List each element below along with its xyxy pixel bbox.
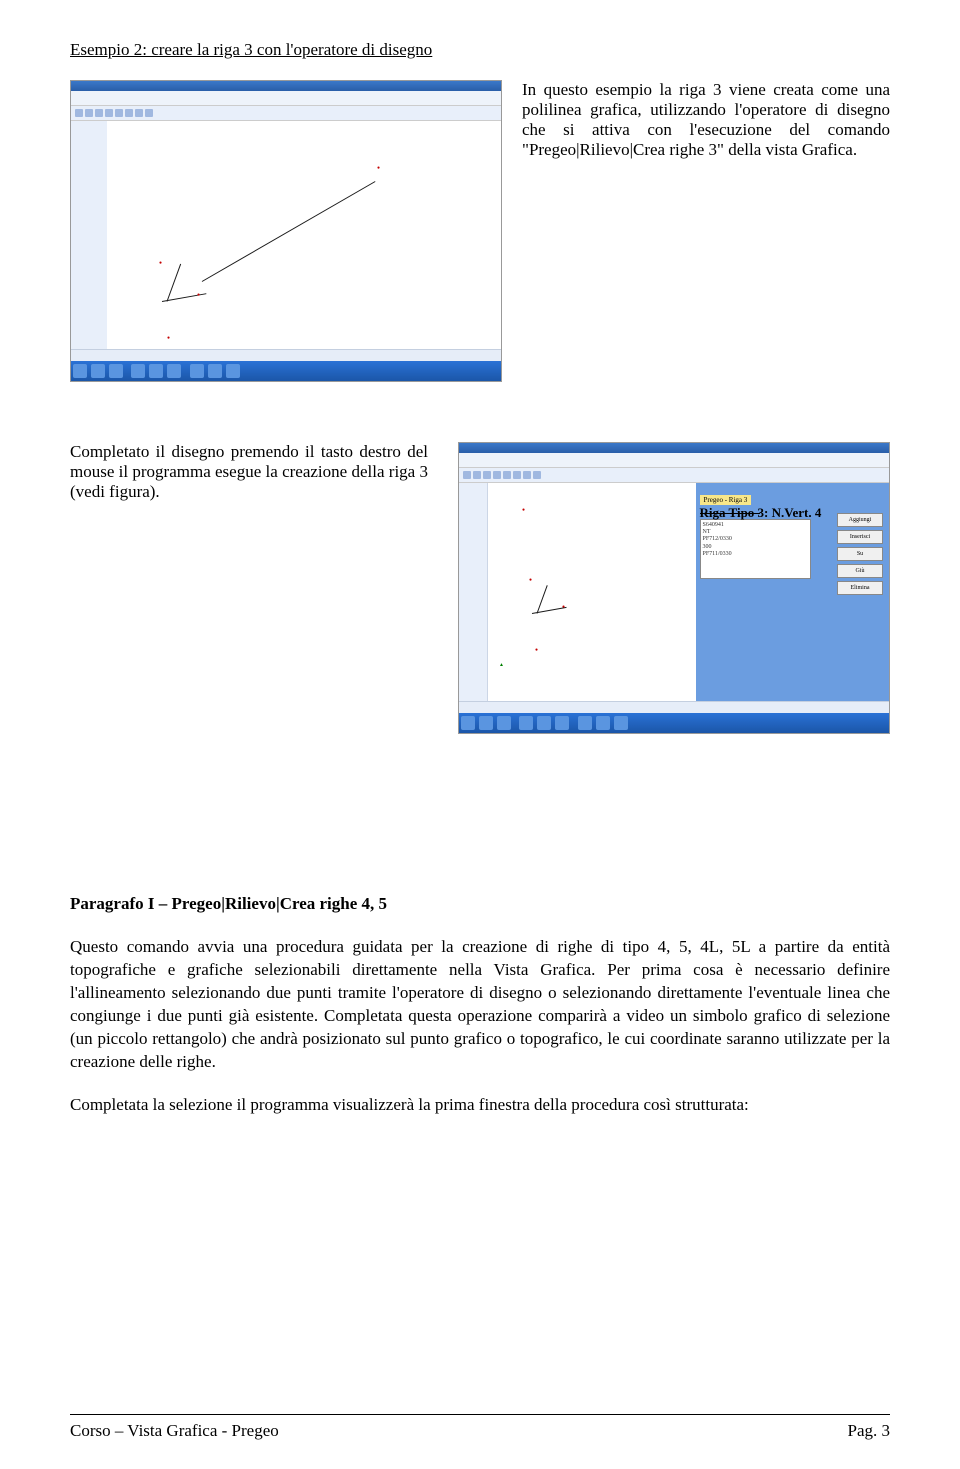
btn-su[interactable]: Su (837, 547, 883, 561)
callout-label: Riga Tipo 3: N.Vert. 4 (700, 505, 822, 521)
section-p1p2p3: Questo comando avvia una procedura guida… (70, 936, 890, 1074)
footer-left: Corso – Vista Grafica - Pregeo (70, 1421, 279, 1441)
panel-listbox: S640941 NT PF712/0330 300 PF711/0330 (700, 519, 811, 579)
btn-aggiungi[interactable]: Aggiungi (837, 513, 883, 527)
page-footer: Corso – Vista Grafica - Pregeo Pag. 3 (70, 1414, 890, 1441)
example-para-2: Completato il disegno premendo il tasto … (70, 442, 428, 734)
screenshot-1: ● ● ● ● ▲ (70, 80, 502, 382)
btn-giu[interactable]: Giù (837, 564, 883, 578)
example-title: Esempio 2: creare la riga 3 con l'operat… (70, 40, 890, 60)
example-para-1: In questo esempio la riga 3 viene creata… (522, 80, 890, 382)
section-p4: Completata la selezione il programma vis… (70, 1094, 890, 1117)
btn-elimina[interactable]: Elimina (837, 581, 883, 595)
panel-tab: Pregeo - Riga 3 (700, 495, 752, 505)
btn-inserisci[interactable]: Inserisci (837, 530, 883, 544)
section-heading: Paragrafo I – Pregeo|Rilievo|Crea righe … (70, 894, 890, 914)
footer-right: Pag. 3 (848, 1421, 891, 1441)
screenshot-2: ● ● ● ▲ ● Pregeo - Riga 3 Riga Tipo 3: N… (458, 442, 890, 734)
